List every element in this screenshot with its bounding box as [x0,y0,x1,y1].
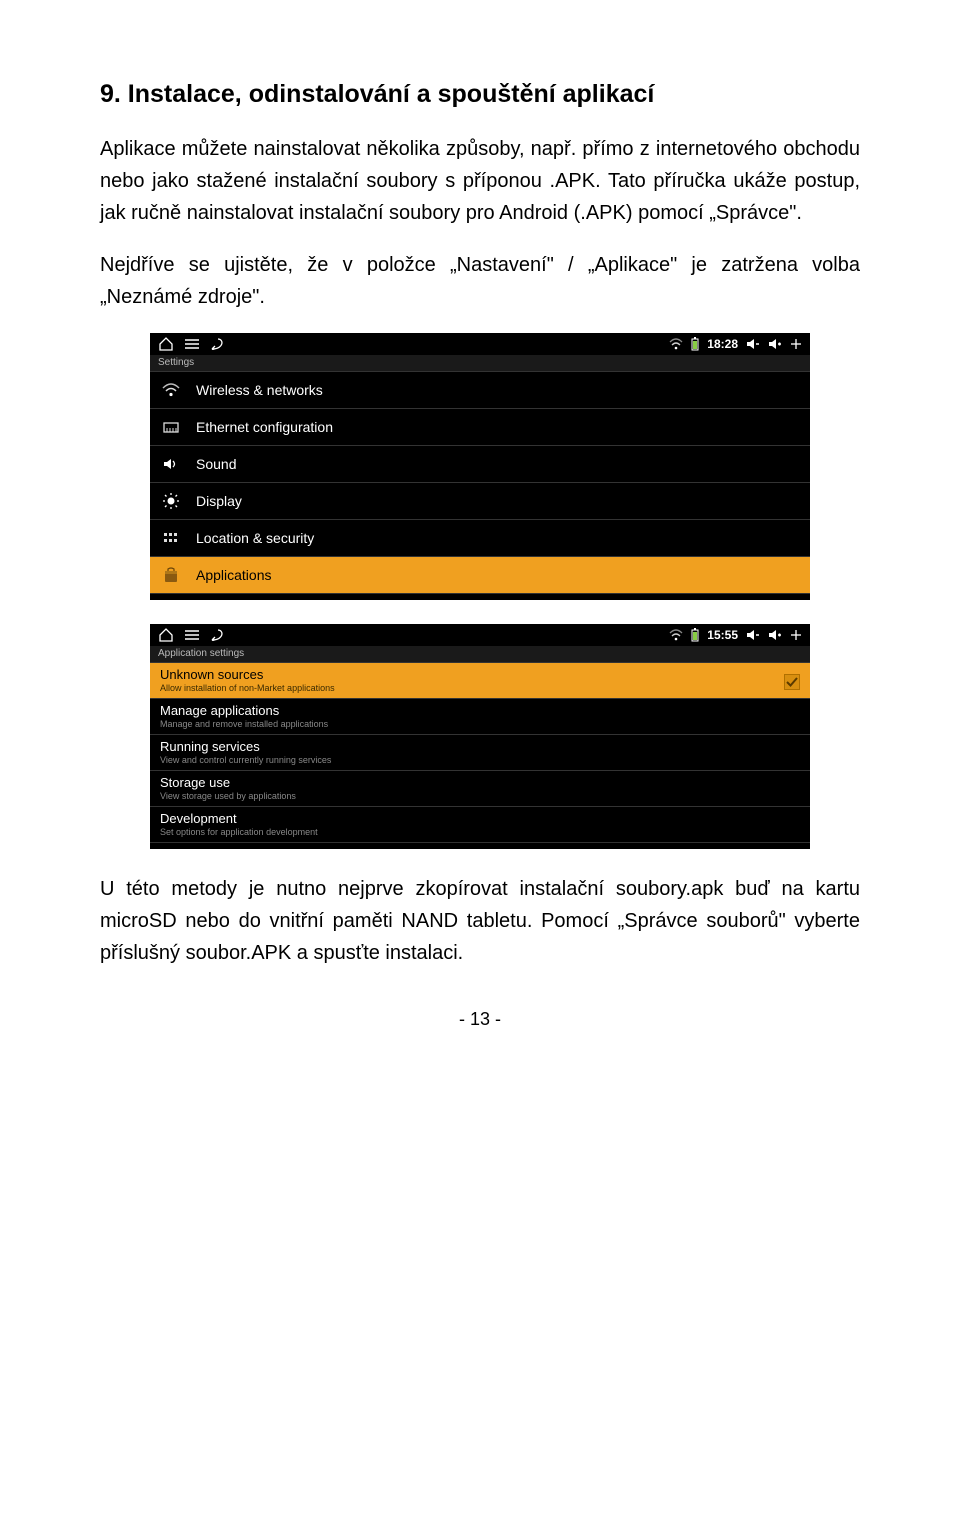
settings-row-label: Applications [196,567,800,583]
settings-row-ethernet[interactable]: Ethernet configuration [150,409,810,446]
screenshot-settings: 18:28 Settings Wireless & networks [150,333,810,600]
appset-title: Unknown sources [160,667,335,682]
settings-row-wireless[interactable]: Wireless & networks [150,372,810,409]
appset-title: Running services [160,739,800,754]
checkbox-icon[interactable] [784,674,800,690]
appset-title: Development [160,811,800,826]
section-label-settings: Settings [150,355,810,372]
appset-sub: Manage and remove installed applications [160,719,800,729]
status-clock: 15:55 [707,628,738,642]
expand-icon[interactable] [790,338,802,350]
appset-sub: View and control currently running servi… [160,755,800,765]
vol-down-icon[interactable] [746,338,760,350]
vol-up-icon[interactable] [768,338,782,350]
screenshot-app-settings: 15:55 Application settings Unknown sourc… [150,624,810,849]
settings-row-display[interactable]: Display [150,483,810,520]
status-clock: 18:28 [707,337,738,351]
appset-row-storage[interactable]: Storage use View storage used by applica… [150,771,810,807]
apps-row-icon [160,567,182,583]
settings-row-label: Ethernet configuration [196,419,800,435]
back-icon[interactable] [210,629,226,641]
page-heading: 9. Instalace, odinstalování a spouštění … [100,80,860,109]
back-icon[interactable] [210,338,226,350]
wifi-icon [669,338,683,350]
status-bar: 18:28 [150,333,810,355]
settings-row-label: Wireless & networks [196,382,800,398]
home-icon[interactable] [158,628,174,642]
appset-sub: Set options for application development [160,827,800,837]
appset-title: Manage applications [160,703,800,718]
vol-down-icon[interactable] [746,629,760,641]
appset-row-development[interactable]: Development Set options for application … [150,807,810,843]
appset-sub: View storage used by applications [160,791,800,801]
battery-icon [691,628,699,642]
location-row-icon [160,531,182,545]
sound-row-icon [160,457,182,471]
settings-row-label: Sound [196,456,800,472]
ethernet-row-icon [160,420,182,434]
section-label-app-settings: Application settings [150,646,810,663]
settings-row-location[interactable]: Location & security [150,520,810,557]
appset-row-running[interactable]: Running services View and control curren… [150,735,810,771]
appset-row-manage[interactable]: Manage applications Manage and remove in… [150,699,810,735]
paragraph-1: Aplikace můžete nainstalovat několika zp… [100,133,860,229]
settings-row-label: Display [196,493,800,509]
menu-icon[interactable] [184,338,200,350]
battery-icon [691,337,699,351]
home-icon[interactable] [158,337,174,351]
wifi-row-icon [160,383,182,397]
vol-up-icon[interactable] [768,629,782,641]
status-bar: 15:55 [150,624,810,646]
wifi-icon [669,629,683,641]
paragraph-3: U této metody je nutno nejprve zkopírova… [100,873,860,969]
settings-row-sound[interactable]: Sound [150,446,810,483]
display-row-icon [160,492,182,510]
paragraph-2: Nejdříve se ujistěte, že v položce „Nast… [100,249,860,313]
appset-sub: Allow installation of non-Market applica… [160,683,335,693]
expand-icon[interactable] [790,629,802,641]
appset-row-unknown-sources[interactable]: Unknown sources Allow installation of no… [150,663,810,699]
appset-title: Storage use [160,775,800,790]
settings-row-applications[interactable]: Applications [150,557,810,594]
menu-icon[interactable] [184,629,200,641]
page-number: - 13 - [100,1009,860,1030]
settings-row-label: Location & security [196,530,800,546]
